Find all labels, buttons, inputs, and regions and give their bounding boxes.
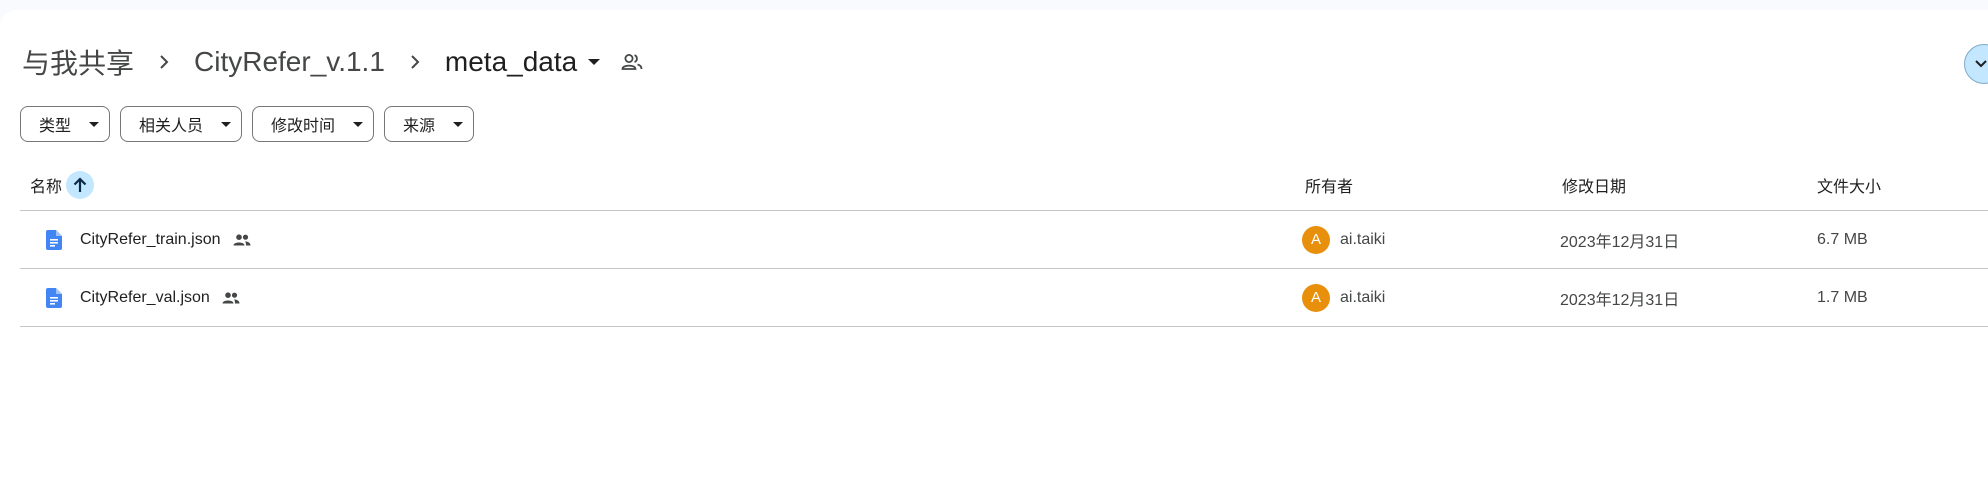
sort-ascending-button[interactable] (66, 171, 95, 199)
chip-label: 类型 (39, 118, 72, 135)
owner-header-label: 所有者 (1305, 179, 1354, 196)
breadcrumb-current-menu[interactable]: meta_data (443, 46, 601, 78)
modified-cell: 2023年12月31日 (1560, 291, 1680, 309)
caret-down-icon (89, 121, 100, 127)
owner-cell: A ai.taiki (1302, 269, 1385, 326)
breadcrumb: 与我共享 CityRefer_v.1.1 meta_data (20, 40, 643, 84)
caret-down-icon (453, 121, 464, 127)
name-header-label: 名称 (30, 179, 63, 196)
name-column-header[interactable]: 名称 (30, 160, 95, 210)
collapse-details-button[interactable] (1964, 44, 1988, 84)
filter-type-chip[interactable]: 类型 (20, 106, 111, 142)
caret-down-icon (353, 121, 364, 127)
owner-cell: A ai.taiki (1302, 211, 1385, 268)
file-name: CityRefer_val.json (80, 288, 210, 306)
chevron-down-icon (1975, 60, 1987, 68)
breadcrumb-root[interactable]: 与我共享 (20, 42, 136, 82)
owner-column-header[interactable]: 所有者 (1305, 160, 1353, 210)
filter-people-chip[interactable]: 相关人员 (120, 106, 243, 142)
owner-name: ai.taiki (1340, 230, 1386, 248)
filter-modified-chip[interactable]: 修改时间 (252, 106, 375, 142)
table-row[interactable]: CityRefer_val.json A ai.taiki 2023年12月31… (20, 269, 1988, 327)
filter-source-chip[interactable]: 来源 (384, 106, 475, 142)
main-panel: 与我共享 CityRefer_v.1.1 meta_data 类型 相关人员 修… (0, 10, 1988, 500)
chevron-right-icon (136, 53, 192, 71)
table-header: 名称 所有者 修改日期 文件大小 (20, 160, 1988, 211)
file-name-cell: CityRefer_train.json (46, 211, 251, 268)
breadcrumb-current: meta_data (444, 46, 578, 77)
doc-icon (46, 229, 62, 250)
chevron-right-icon (387, 53, 443, 71)
shared-people-icon (233, 233, 251, 246)
size-column-header[interactable]: 文件大小 (1817, 160, 1881, 210)
chip-label: 修改时间 (271, 118, 336, 135)
avatar[interactable]: A (1302, 225, 1330, 254)
shared-folder-icon[interactable] (621, 53, 643, 71)
modified-header-label: 修改日期 (1562, 179, 1627, 196)
arrow-up-icon (73, 177, 87, 192)
table-row[interactable]: CityRefer_train.json A ai.taiki 2023年12月… (20, 211, 1988, 269)
chip-label: 相关人员 (139, 118, 204, 135)
caret-down-icon (221, 121, 232, 127)
chip-label: 来源 (403, 118, 436, 135)
file-name: CityRefer_train.json (80, 230, 221, 248)
owner-name: ai.taiki (1340, 288, 1386, 306)
modified-column-header[interactable]: 修改日期 (1562, 160, 1626, 210)
filter-chips: 类型 相关人员 修改时间 来源 (20, 106, 475, 142)
shared-people-icon (222, 291, 240, 304)
caret-down-icon (587, 53, 601, 71)
file-name-cell: CityRefer_val.json (46, 269, 240, 326)
modified-cell: 2023年12月31日 (1560, 233, 1680, 251)
size-header-label: 文件大小 (1817, 179, 1882, 196)
size-cell: 1.7 MB (1817, 288, 1868, 306)
file-table: 名称 所有者 修改日期 文件大小 CityRefer_train.json A … (20, 160, 1988, 327)
doc-icon (46, 287, 62, 308)
breadcrumb-parent[interactable]: CityRefer_v.1.1 (192, 46, 387, 78)
avatar[interactable]: A (1302, 283, 1330, 312)
size-cell: 6.7 MB (1817, 230, 1868, 248)
